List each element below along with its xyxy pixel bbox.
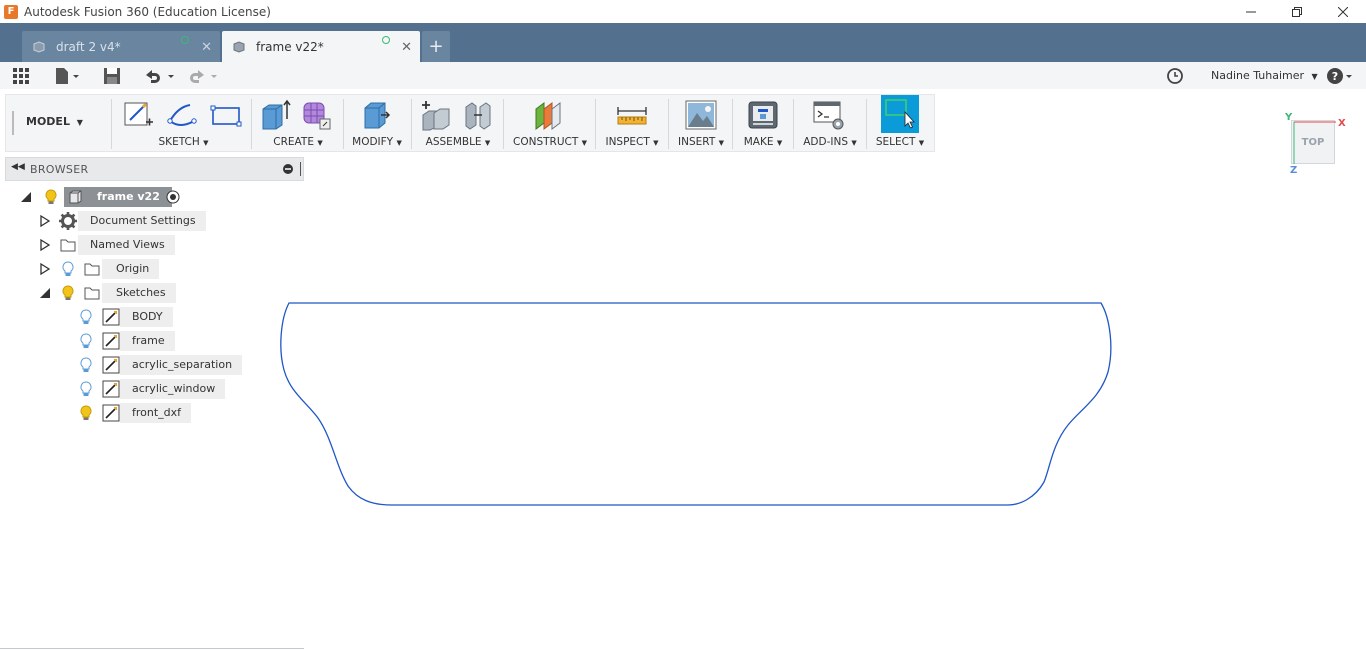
canvas-viewport[interactable] <box>0 0 1366 650</box>
sketch-profile-curve[interactable] <box>280 302 1112 506</box>
viewcube-axes-icon <box>1293 121 1336 164</box>
axis-z-label: Z <box>1290 165 1298 176</box>
panel-bottom-divider <box>0 648 304 649</box>
